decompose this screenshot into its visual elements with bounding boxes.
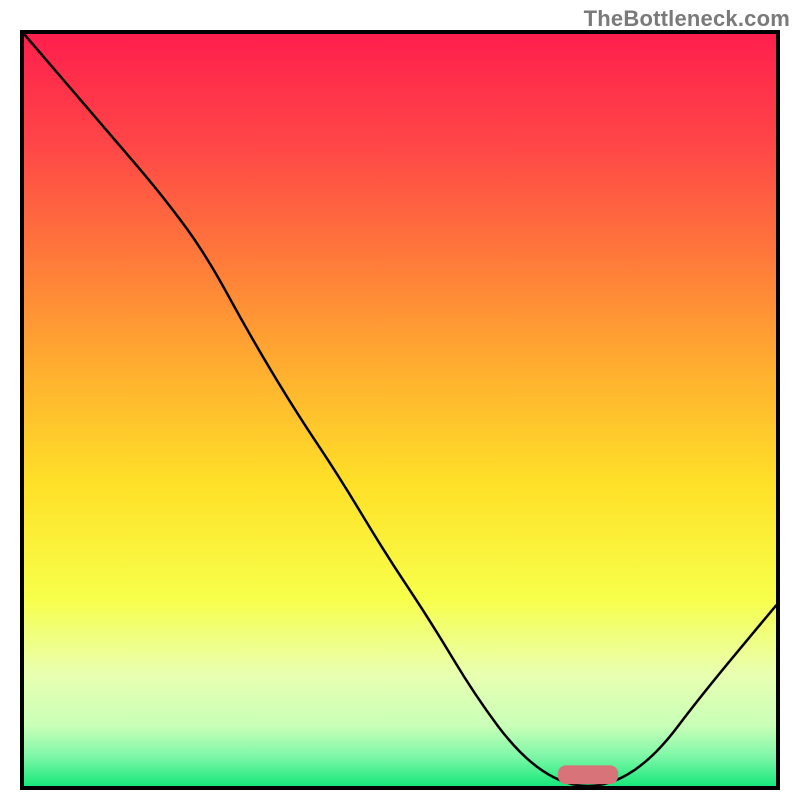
optimal-marker [558,765,618,784]
plot-frame [20,30,780,790]
bottleneck-chart [20,30,780,790]
watermark-text: TheBottleneck.com [584,6,790,32]
gradient-background [24,34,776,786]
chart-container: TheBottleneck.com [0,0,800,800]
